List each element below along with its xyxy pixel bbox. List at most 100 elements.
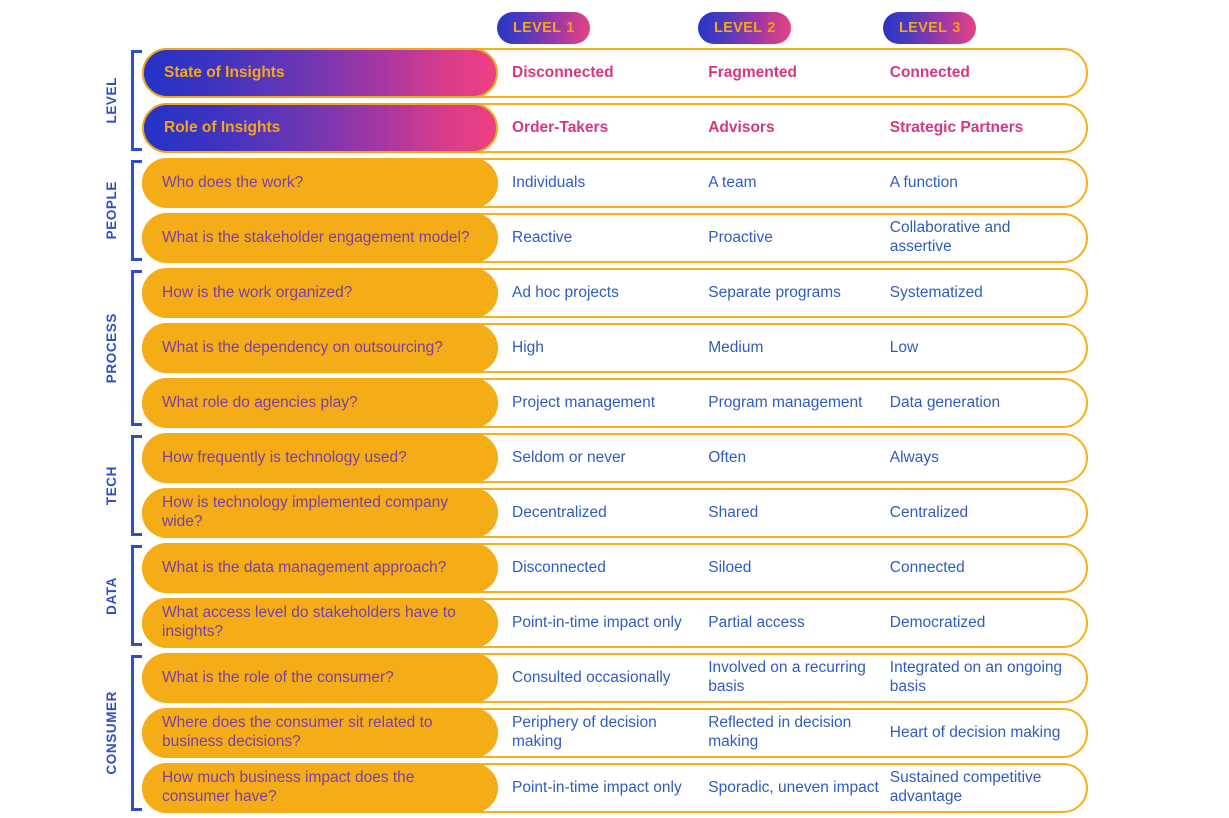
row-value-level-3: Data generation bbox=[889, 393, 1001, 411]
row-question-text: What access level do stakeholders have t… bbox=[162, 604, 456, 640]
table-row[interactable]: What is the role of the consumer? Consult… bbox=[142, 653, 1088, 703]
row-value-level-2: Sporadic, uneven impact bbox=[708, 778, 879, 796]
row-value-level-1: Periphery of decision making bbox=[512, 714, 657, 750]
section-rows: State of Insights Disconnected Fragmented C… bbox=[0, 48, 1229, 153]
section-rows: What is the role of the consumer? Consult… bbox=[0, 653, 1229, 813]
table-row[interactable]: How is technology implemented company wi… bbox=[142, 488, 1088, 538]
row-question-pill[interactable]: What is the dependency on outsourcing? bbox=[142, 323, 498, 373]
row-value-level-3: Connected bbox=[889, 558, 965, 576]
level-badge-3-word: LEVEL bbox=[899, 20, 948, 36]
row-value-level-1: Disconnected bbox=[512, 63, 614, 81]
section-consumer: CONSUMER What is the role of the consumer… bbox=[0, 653, 1229, 813]
row-question-text: Who does the work? bbox=[162, 173, 304, 191]
table-row[interactable]: What is the stakeholder engagement model… bbox=[142, 213, 1088, 263]
section-rows: How frequently is technology used? Seldom… bbox=[0, 433, 1229, 538]
section-rows: What is the data management approach? Dis… bbox=[0, 543, 1229, 648]
table-row[interactable]: How much business impact does the consum… bbox=[142, 763, 1088, 813]
row-value-level-2: Advisors bbox=[708, 118, 775, 136]
row-question-pill[interactable]: Where does the consumer sit related to b… bbox=[142, 708, 498, 758]
row-value-level-1: Project management bbox=[512, 393, 656, 411]
level-badge-3-number: 3 bbox=[952, 20, 961, 36]
row-value-level-2: Program management bbox=[708, 393, 863, 411]
row-question-pill[interactable]: Who does the work? bbox=[142, 158, 498, 208]
level-badge-3: LEVEL 3 bbox=[883, 12, 977, 44]
row-value-level-2: Involved on a recurring basis bbox=[708, 659, 866, 695]
row-question-pill[interactable]: What is the role of the consumer? bbox=[142, 653, 498, 703]
row-question-pill[interactable]: What access level do stakeholders have t… bbox=[142, 598, 498, 648]
level-header-row: LEVEL 1 LEVEL 2 LEVEL 3 bbox=[0, 12, 1229, 44]
row-value-level-3: Centralized bbox=[889, 503, 969, 521]
row-value-level-1: Decentralized bbox=[512, 503, 607, 521]
row-value-level-2: Shared bbox=[708, 503, 759, 521]
row-value-level-2: Separate programs bbox=[708, 283, 841, 301]
row-question-pill[interactable]: What role do agencies play? bbox=[142, 378, 498, 428]
table-row[interactable]: What role do agencies play? Project manag… bbox=[142, 378, 1088, 428]
level-badge-2: LEVEL 2 bbox=[698, 12, 792, 44]
row-value-level-3: Low bbox=[889, 338, 919, 356]
table-row[interactable]: State of Insights Disconnected Fragmented C… bbox=[142, 48, 1088, 98]
row-value-level-1: Disconnected bbox=[512, 558, 606, 576]
row-value-level-2: Medium bbox=[708, 338, 764, 356]
row-question-pill[interactable]: How frequently is technology used? bbox=[142, 433, 498, 483]
section-level: LEVEL State of Insights Disconnected Fragme… bbox=[0, 48, 1229, 153]
table-row[interactable]: What access level do stakeholders have t… bbox=[142, 598, 1088, 648]
row-value-level-2: A team bbox=[708, 173, 757, 191]
table-row[interactable]: What is the data management approach? Dis… bbox=[142, 543, 1088, 593]
section-data: DATA What is the data management approach… bbox=[0, 543, 1229, 648]
row-value-level-2: Partial access bbox=[708, 613, 805, 631]
row-value-level-3: Strategic Partners bbox=[889, 118, 1024, 136]
row-value-level-1: Seldom or never bbox=[512, 448, 626, 466]
row-value-level-1: Point-in-time impact only bbox=[512, 613, 682, 631]
row-value-level-1: Ad hoc projects bbox=[512, 283, 619, 301]
table-row[interactable]: Where does the consumer sit related to b… bbox=[142, 708, 1088, 758]
row-question-text: What is the data management approach? bbox=[162, 558, 447, 576]
row-question-pill[interactable]: Role of Insights bbox=[142, 103, 498, 153]
row-question-pill[interactable]: What is the stakeholder engagement model… bbox=[142, 213, 498, 263]
section-rows: How is the work organized? Ad hoc project… bbox=[0, 268, 1229, 428]
row-question-pill[interactable]: How much business impact does the consum… bbox=[142, 763, 498, 813]
table-row[interactable]: What is the dependency on outsourcing? Hi… bbox=[142, 323, 1088, 373]
table-row[interactable]: Role of Insights Order-Takers Advisors Stra… bbox=[142, 103, 1088, 153]
row-value-level-1: Point-in-time impact only bbox=[512, 778, 682, 796]
row-question-text: What is the dependency on outsourcing? bbox=[162, 338, 443, 356]
section-tech: TECH How frequently is technology used? Se… bbox=[0, 433, 1229, 538]
table-row[interactable]: How frequently is technology used? Seldom… bbox=[142, 433, 1088, 483]
row-value-level-2: Often bbox=[708, 448, 747, 466]
row-question-text: What role do agencies play? bbox=[162, 393, 358, 411]
row-value-level-2: Proactive bbox=[708, 228, 773, 246]
row-value-level-3: Systematized bbox=[889, 283, 983, 301]
row-value-level-2: Siloed bbox=[708, 558, 752, 576]
row-question-pill[interactable]: How is the work organized? bbox=[142, 268, 498, 318]
row-value-level-3: Collaborative and assertive bbox=[889, 219, 1011, 255]
row-question-text: What is the role of the consumer? bbox=[162, 668, 394, 686]
row-value-level-1: High bbox=[512, 338, 544, 356]
row-value-level-1: Reactive bbox=[512, 228, 573, 246]
row-question-text: How is the work organized? bbox=[162, 283, 353, 301]
row-value-level-2: Reflected in decision making bbox=[708, 714, 852, 750]
row-question-pill[interactable]: State of Insights bbox=[142, 48, 498, 98]
table-row[interactable]: How is the work organized? Ad hoc project… bbox=[142, 268, 1088, 318]
row-question-text: How much business impact does the consum… bbox=[162, 769, 415, 805]
section-rows: Who does the work? Individuals A team A fun… bbox=[0, 158, 1229, 263]
row-value-level-1: Order-Takers bbox=[512, 118, 609, 136]
matrix-body: LEVEL State of Insights Disconnected Fragme… bbox=[0, 48, 1229, 818]
row-value-level-3: Always bbox=[889, 448, 939, 466]
row-question-text: Role of Insights bbox=[164, 118, 281, 136]
row-value-level-3: Democratized bbox=[889, 613, 986, 631]
row-question-text: How frequently is technology used? bbox=[162, 448, 407, 466]
row-value-level-1: Consulted occasionally bbox=[512, 668, 671, 686]
row-value-level-3: Sustained competitive advantage bbox=[889, 769, 1042, 805]
row-question-text: What is the stakeholder engagement model… bbox=[162, 228, 470, 246]
table-row[interactable]: Who does the work? Individuals A team A fun… bbox=[142, 158, 1088, 208]
level-badge-2-word: LEVEL bbox=[714, 20, 763, 36]
row-question-pill[interactable]: How is technology implemented company wi… bbox=[142, 488, 498, 538]
maturity-matrix-page: LEVEL 1 LEVEL 2 LEVEL 3 LEVEL State of In… bbox=[0, 0, 1229, 813]
row-question-text: State of Insights bbox=[164, 63, 285, 81]
level-badge-1-number: 1 bbox=[566, 20, 575, 36]
row-question-pill[interactable]: What is the data management approach? bbox=[142, 543, 498, 593]
level-badge-1: LEVEL 1 bbox=[497, 12, 591, 44]
row-value-level-3: Heart of decision making bbox=[889, 723, 1061, 741]
section-people: PEOPLE Who does the work? Individuals A tea… bbox=[0, 158, 1229, 263]
row-value-level-3: Connected bbox=[889, 63, 970, 81]
level-badge-1-word: LEVEL bbox=[513, 20, 562, 36]
